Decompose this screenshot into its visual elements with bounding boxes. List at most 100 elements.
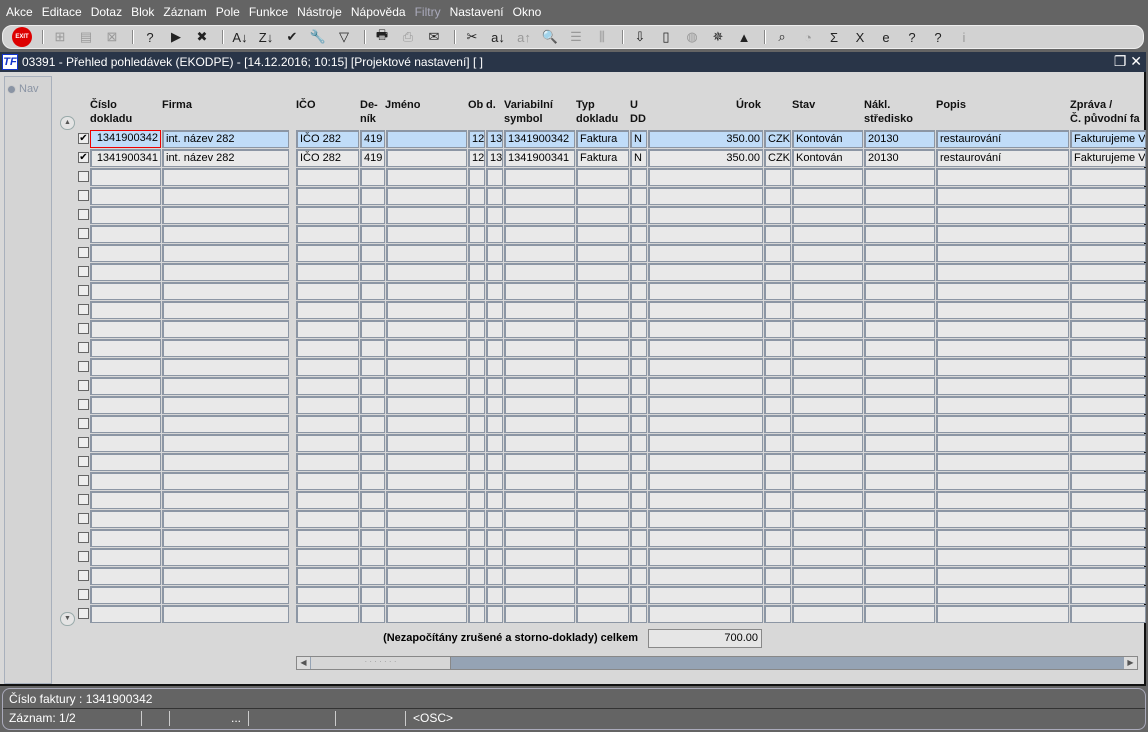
cell-stav[interactable] [792, 605, 863, 623]
cell-d[interactable]: 13 [486, 130, 503, 148]
row-checkbox[interactable] [78, 266, 89, 277]
cell-udd[interactable] [630, 244, 647, 262]
cell-stav[interactable] [792, 567, 863, 585]
cell-vs[interactable] [504, 225, 575, 243]
import-icon[interactable]: ⇩ [629, 27, 651, 47]
cell-popis[interactable] [936, 415, 1069, 433]
menu-nápověda[interactable]: Nápověda [351, 5, 406, 19]
cell-stav[interactable] [792, 472, 863, 490]
cell-typ[interactable] [576, 244, 629, 262]
cell-vs[interactable] [504, 320, 575, 338]
cell-urok[interactable] [648, 605, 763, 623]
cell-ob[interactable] [468, 282, 485, 300]
cell-denik[interactable] [360, 529, 385, 547]
cell-firma[interactable] [162, 282, 289, 300]
cell-nakl[interactable] [864, 472, 935, 490]
cell-firma[interactable] [162, 320, 289, 338]
cell-ob[interactable] [468, 567, 485, 585]
cell-firma[interactable] [162, 377, 289, 395]
cell-d[interactable] [486, 339, 503, 357]
cell-cislo[interactable] [90, 263, 161, 281]
cell-ico[interactable] [296, 529, 359, 547]
check-icon[interactable]: ✔ [281, 27, 303, 47]
cell-urok[interactable] [648, 225, 763, 243]
cell-udd[interactable]: N [630, 149, 647, 167]
cell-ob[interactable] [468, 263, 485, 281]
cell-popis[interactable] [936, 472, 1069, 490]
cell-popis[interactable] [936, 548, 1069, 566]
cell-udd[interactable] [630, 320, 647, 338]
cell-zprava[interactable] [1070, 206, 1146, 224]
cell-mena[interactable] [764, 415, 791, 433]
cell-vs[interactable] [504, 510, 575, 528]
cell-typ[interactable] [576, 168, 629, 186]
cell-denik[interactable]: 419 [360, 149, 385, 167]
cell-typ[interactable] [576, 301, 629, 319]
cell-nakl[interactable] [864, 548, 935, 566]
cell-mena[interactable] [764, 263, 791, 281]
cell-zprava[interactable] [1070, 339, 1146, 357]
cell-jmeno[interactable] [386, 358, 467, 376]
cell-vs[interactable] [504, 168, 575, 186]
cell-popis[interactable] [936, 491, 1069, 509]
cell-vs[interactable] [504, 282, 575, 300]
cell-ico[interactable] [296, 282, 359, 300]
cell-udd[interactable] [630, 358, 647, 376]
document-icon[interactable]: ▯ [655, 27, 677, 47]
cell-urok[interactable] [648, 472, 763, 490]
cell-ico[interactable] [296, 415, 359, 433]
cell-urok[interactable] [648, 510, 763, 528]
cell-denik[interactable] [360, 358, 385, 376]
cell-d[interactable] [486, 472, 503, 490]
cell-zprava[interactable] [1070, 358, 1146, 376]
cell-stav[interactable] [792, 168, 863, 186]
cell-stav[interactable] [792, 244, 863, 262]
cell-popis[interactable] [936, 510, 1069, 528]
cell-typ[interactable]: Faktura [576, 130, 629, 148]
cell-nakl[interactable] [864, 263, 935, 281]
cell-nakl[interactable] [864, 187, 935, 205]
cell-jmeno[interactable] [386, 529, 467, 547]
cell-ico[interactable] [296, 548, 359, 566]
menu-okno[interactable]: Okno [513, 5, 542, 19]
cell-cislo[interactable] [90, 415, 161, 433]
cell-nakl[interactable] [864, 491, 935, 509]
close-icon[interactable]: ✕ [1130, 53, 1142, 69]
cell-ico[interactable] [296, 453, 359, 471]
cell-nakl[interactable] [864, 320, 935, 338]
zoom-icon[interactable]: 🔍 [539, 27, 561, 47]
help-window-icon[interactable]: ? [927, 27, 949, 47]
cell-firma[interactable] [162, 472, 289, 490]
cell-popis[interactable]: restaurování [936, 149, 1069, 167]
row-checkbox[interactable] [78, 171, 89, 182]
exit-button[interactable]: EXIT [11, 27, 33, 47]
menu-akce[interactable]: Akce [6, 5, 33, 19]
cell-ob[interactable] [468, 168, 485, 186]
cell-firma[interactable] [162, 225, 289, 243]
cell-cislo[interactable] [90, 586, 161, 604]
cell-jmeno[interactable] [386, 415, 467, 433]
scroll-right-icon[interactable]: ▶ [1124, 657, 1137, 669]
cell-vs[interactable]: 1341900342 [504, 130, 575, 148]
cell-typ[interactable] [576, 263, 629, 281]
menu-pole[interactable]: Pole [216, 5, 240, 19]
cell-denik[interactable] [360, 567, 385, 585]
email-icon[interactable]: ✉ [423, 27, 445, 47]
cell-udd[interactable] [630, 529, 647, 547]
cell-stav[interactable] [792, 396, 863, 414]
cell-d[interactable] [486, 529, 503, 547]
cell-vs[interactable] [504, 586, 575, 604]
cell-cislo[interactable] [90, 567, 161, 585]
query-enter-icon[interactable]: ? [139, 27, 161, 47]
cell-ob[interactable]: 12 [468, 130, 485, 148]
sort-asc-icon[interactable]: A↓ [229, 27, 251, 47]
percent-icon[interactable]: ◔ [797, 27, 819, 47]
cell-cislo[interactable] [90, 491, 161, 509]
row-checkbox[interactable] [78, 589, 89, 600]
row-checkbox[interactable]: ✔ [78, 133, 89, 144]
row-checkbox[interactable] [78, 532, 89, 543]
cell-typ[interactable] [576, 605, 629, 623]
cell-ob[interactable] [468, 377, 485, 395]
cell-ob[interactable] [468, 225, 485, 243]
cell-jmeno[interactable] [386, 149, 467, 167]
